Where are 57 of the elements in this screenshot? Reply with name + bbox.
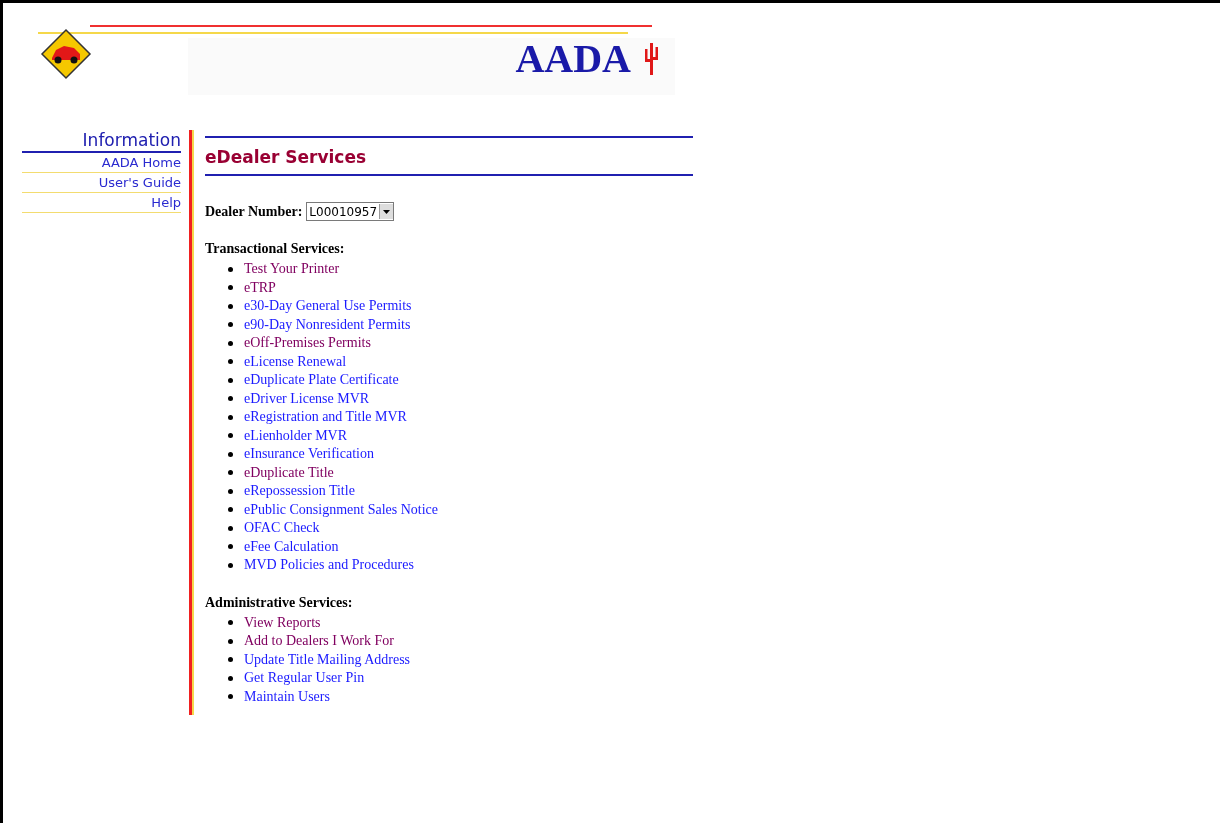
service-link[interactable]: eDuplicate Title: [244, 464, 334, 481]
service-link[interactable]: Update Title Mailing Address: [244, 651, 411, 668]
bullet-icon: [228, 433, 233, 439]
sidebar-link[interactable]: User's Guide: [22, 173, 181, 193]
sidebar-link[interactable]: Help: [22, 193, 181, 213]
cactus-icon: [643, 41, 659, 75]
bullet-icon: [228, 657, 233, 663]
section-heading: Transactional Services:: [205, 241, 346, 257]
service-link[interactable]: eInsurance Verification: [244, 446, 374, 463]
bullet-icon: [228, 562, 233, 568]
bullet-icon: [228, 414, 233, 420]
bullet-icon: [228, 525, 233, 531]
service-link[interactable]: Test Your Printer: [244, 261, 340, 278]
bullet-icon: [228, 675, 233, 681]
service-link[interactable]: OFAC Check: [244, 520, 320, 537]
service-link[interactable]: eLicense Renewal: [244, 353, 347, 370]
section-heading: Administrative Services:: [205, 594, 354, 611]
bullet-icon: [228, 638, 233, 644]
service-link[interactable]: Maintain Users: [244, 688, 330, 705]
sidebar-link[interactable]: AADA Home: [22, 153, 181, 173]
service-link[interactable]: eOff-Premises Permits: [244, 335, 371, 352]
service-link[interactable]: Add to Dealers I Work For: [244, 633, 394, 650]
bullet-icon: [228, 451, 233, 457]
bullet-icon: [228, 359, 233, 365]
bullet-icon: [228, 694, 233, 700]
service-link[interactable]: e30-Day General Use Permits: [244, 298, 412, 315]
service-link[interactable]: Get Regular User Pin: [244, 670, 365, 687]
sidebar-title: Information: [22, 130, 181, 153]
service-link[interactable]: eDriver License MVR: [244, 390, 370, 407]
service-link[interactable]: MVD Policies and Procedures: [244, 557, 414, 574]
service-link[interactable]: e90-Day Nonresident Permits: [244, 316, 411, 333]
dealer-select[interactable]: L00010957: [306, 202, 395, 221]
service-link[interactable]: ePublic Consignment Sales Notice: [244, 501, 439, 518]
service-link[interactable]: eRegistration and Title MVR: [244, 409, 407, 426]
service-link[interactable]: eRepossession Title: [244, 483, 355, 500]
bullet-icon: [228, 266, 233, 272]
service-link[interactable]: eDuplicate Plate Certificate: [244, 372, 399, 389]
logo-text: AADA: [515, 39, 631, 79]
bullet-icon: [228, 488, 233, 494]
bullet-icon: [228, 507, 233, 513]
caret-icon: [383, 209, 391, 214]
bullet-icon: [228, 322, 233, 328]
bullet-icon: [228, 470, 233, 476]
bullet-icon: [228, 303, 233, 309]
bullet-icon: [228, 340, 233, 346]
service-link[interactable]: eLienholder MVR: [244, 427, 348, 444]
car-sign-icon: [40, 28, 92, 80]
service-link[interactable]: eTRP: [244, 279, 276, 296]
bullet-icon: [228, 377, 233, 383]
bullet-icon: [228, 285, 233, 291]
bullet-icon: [228, 544, 233, 550]
service-link[interactable]: View Reports: [244, 614, 321, 631]
page-title: eDealer Services: [205, 136, 693, 176]
field-label: Dealer Number:: [205, 203, 303, 220]
service-link[interactable]: eFee Calculation: [244, 538, 339, 555]
bullet-icon: [228, 396, 233, 402]
bullet-icon: [228, 620, 233, 626]
